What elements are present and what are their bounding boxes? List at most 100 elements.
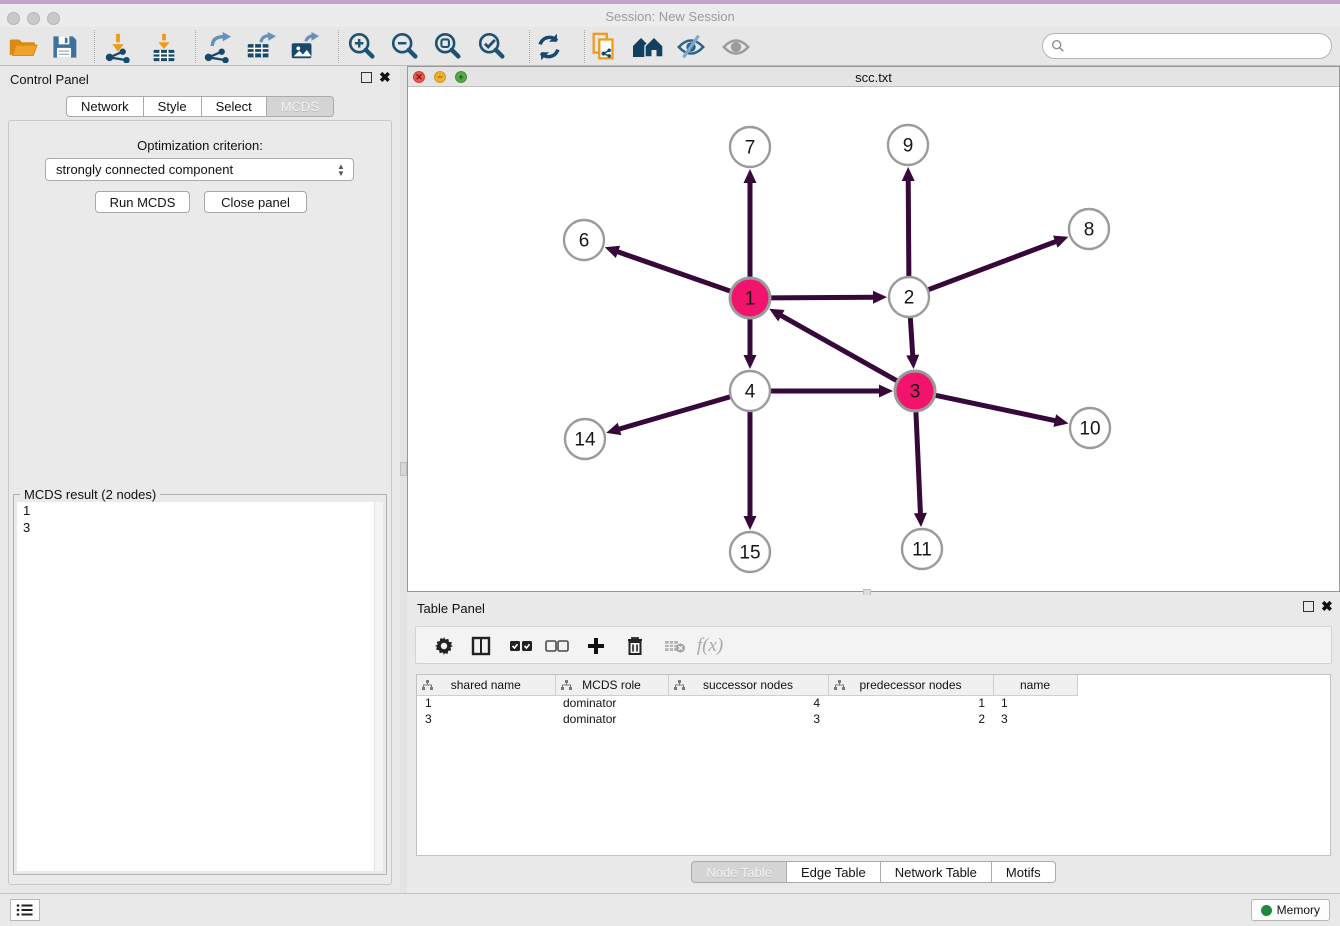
column-header-name[interactable]: name — [993, 675, 1077, 695]
edge-3-11[interactable] — [916, 412, 921, 514]
edge-1-2[interactable] — [771, 297, 874, 298]
tab-network-table[interactable]: Network Table — [881, 861, 992, 883]
save-session-icon[interactable] — [46, 29, 82, 64]
optimization-criterion-select[interactable]: strongly connected component ▲▼ — [45, 158, 354, 181]
cell[interactable]: 3 — [417, 711, 555, 727]
cell[interactable]: 1 — [417, 695, 555, 711]
table-tabs: Node TableEdge TableNetwork TableMotifs — [407, 861, 1340, 883]
edge-2-9[interactable] — [908, 180, 909, 276]
optimization-criterion-label: Optimization criterion: — [9, 138, 391, 153]
cell[interactable]: dominator — [555, 695, 668, 711]
tab-node-table[interactable]: Node Table — [691, 861, 787, 883]
column-header-successor-nodes[interactable]: successor nodes — [668, 675, 828, 695]
apply-layout-icon[interactable] — [531, 29, 567, 64]
task-history-button[interactable] — [10, 899, 40, 921]
zoom-out-icon[interactable] — [387, 29, 423, 64]
cell[interactable]: 4 — [668, 695, 828, 711]
edge-arrow — [1053, 236, 1068, 248]
edge-2-8[interactable] — [929, 241, 1057, 289]
column-browser-icon[interactable] — [465, 631, 497, 661]
table-close-icon[interactable]: ✖ — [1321, 599, 1333, 613]
zoom-fit-icon[interactable] — [430, 29, 466, 64]
float-panel-icon[interactable] — [361, 72, 372, 83]
open-folder-icon[interactable] — [4, 29, 40, 64]
node-label-15: 15 — [739, 543, 760, 564]
export-table-icon[interactable] — [242, 29, 278, 64]
mcds-result-list[interactable]: 13 — [17, 502, 383, 871]
node-label-4: 4 — [745, 382, 756, 403]
cell[interactable]: dominator — [555, 711, 668, 727]
edge-1-6[interactable] — [617, 252, 730, 292]
export-image-icon[interactable] — [285, 29, 321, 64]
search-input[interactable] — [1065, 36, 1331, 56]
column-header-shared-name[interactable]: shared name — [417, 675, 555, 695]
deselect-all-icon[interactable] — [541, 631, 573, 661]
node-table-grid[interactable]: shared nameMCDS rolesuccessor nodesprede… — [417, 675, 1078, 727]
cell[interactable]: 2 — [828, 711, 993, 727]
node-table: shared nameMCDS rolesuccessor nodesprede… — [416, 674, 1331, 856]
zoom-in-icon[interactable] — [344, 29, 380, 64]
mcds-result-group: MCDS result (2 nodes) 13 — [13, 494, 387, 875]
tab-mcds[interactable]: MCDS — [267, 96, 334, 117]
delete-table-icon[interactable] — [659, 631, 691, 661]
import-network-icon[interactable] — [100, 29, 136, 64]
column-header-predecessor-nodes[interactable]: predecessor nodes — [828, 675, 993, 695]
edge-3-10[interactable] — [936, 395, 1056, 420]
zoom-selected-icon[interactable] — [474, 29, 510, 64]
network-graph: 1234678910111415 — [408, 87, 1339, 591]
edge-4-14[interactable] — [619, 397, 730, 429]
mcds-panel: Optimization criterion: strongly connect… — [8, 120, 392, 885]
close-panel-icon[interactable]: ✖ — [379, 70, 391, 84]
network-canvas[interactable]: 1234678910111415 — [408, 87, 1339, 591]
edge-arrow — [606, 423, 621, 435]
node-label-10: 10 — [1079, 419, 1100, 440]
cell[interactable]: 1 — [828, 695, 993, 711]
hide-selected-icon[interactable] — [673, 29, 709, 64]
splitter-handle[interactable] — [400, 462, 407, 476]
search-field[interactable] — [1042, 33, 1332, 59]
table-row[interactable]: 1dominator411 — [417, 695, 1077, 711]
result-scrollbar[interactable] — [374, 502, 383, 871]
add-column-icon[interactable] — [580, 631, 612, 661]
select-stepper-icon: ▲▼ — [335, 161, 347, 179]
show-all-icon[interactable] — [718, 29, 754, 64]
select-all-icon[interactable] — [505, 631, 537, 661]
tab-select[interactable]: Select — [202, 96, 267, 117]
toolbar-separator — [195, 30, 196, 63]
tab-style[interactable]: Style — [144, 96, 202, 117]
clone-network-icon[interactable] — [586, 29, 622, 64]
network-titlebar[interactable]: ✕ − + scc.txt — [408, 67, 1339, 87]
memory-label: Memory — [1277, 903, 1320, 917]
run-mcds-button[interactable]: Run MCDS — [95, 191, 190, 213]
table-float-icon[interactable] — [1303, 601, 1314, 612]
table-toolbar: f(x) — [415, 626, 1332, 664]
node-label-8: 8 — [1084, 220, 1095, 241]
edge-arrow — [914, 513, 927, 527]
column-header-MCDS-role[interactable]: MCDS role — [555, 675, 668, 695]
cell[interactable]: 3 — [993, 711, 1077, 727]
cell[interactable]: 1 — [993, 695, 1077, 711]
cell[interactable]: 3 — [668, 711, 828, 727]
edge-2-3[interactable] — [910, 318, 912, 356]
vertical-splitter[interactable] — [400, 66, 407, 893]
import-table-icon[interactable] — [146, 29, 182, 64]
control-panel-tabs: NetworkStyleSelectMCDS — [0, 96, 400, 117]
edge-3-1[interactable] — [780, 315, 896, 381]
network-view-window: ✕ − + scc.txt 1234678910111415 — [407, 66, 1340, 592]
tab-network[interactable]: Network — [66, 96, 144, 117]
first-neighbors-icon[interactable] — [630, 29, 666, 64]
function-builder-icon[interactable]: f(x) — [694, 631, 726, 661]
node-label-2: 2 — [904, 288, 915, 309]
table-row[interactable]: 3dominator323 — [417, 711, 1077, 727]
tab-edge-table[interactable]: Edge Table — [787, 861, 881, 883]
export-network-icon[interactable] — [199, 29, 235, 64]
close-panel-button[interactable]: Close panel — [204, 191, 307, 213]
edge-arrow — [879, 385, 893, 398]
settings-icon[interactable] — [428, 631, 460, 661]
tab-motifs[interactable]: Motifs — [992, 861, 1056, 883]
node-label-6: 6 — [579, 231, 590, 252]
result-line: 3 — [17, 519, 383, 536]
toolbar-separator — [94, 30, 95, 63]
delete-column-icon[interactable] — [619, 631, 651, 661]
memory-button[interactable]: Memory — [1251, 899, 1330, 921]
